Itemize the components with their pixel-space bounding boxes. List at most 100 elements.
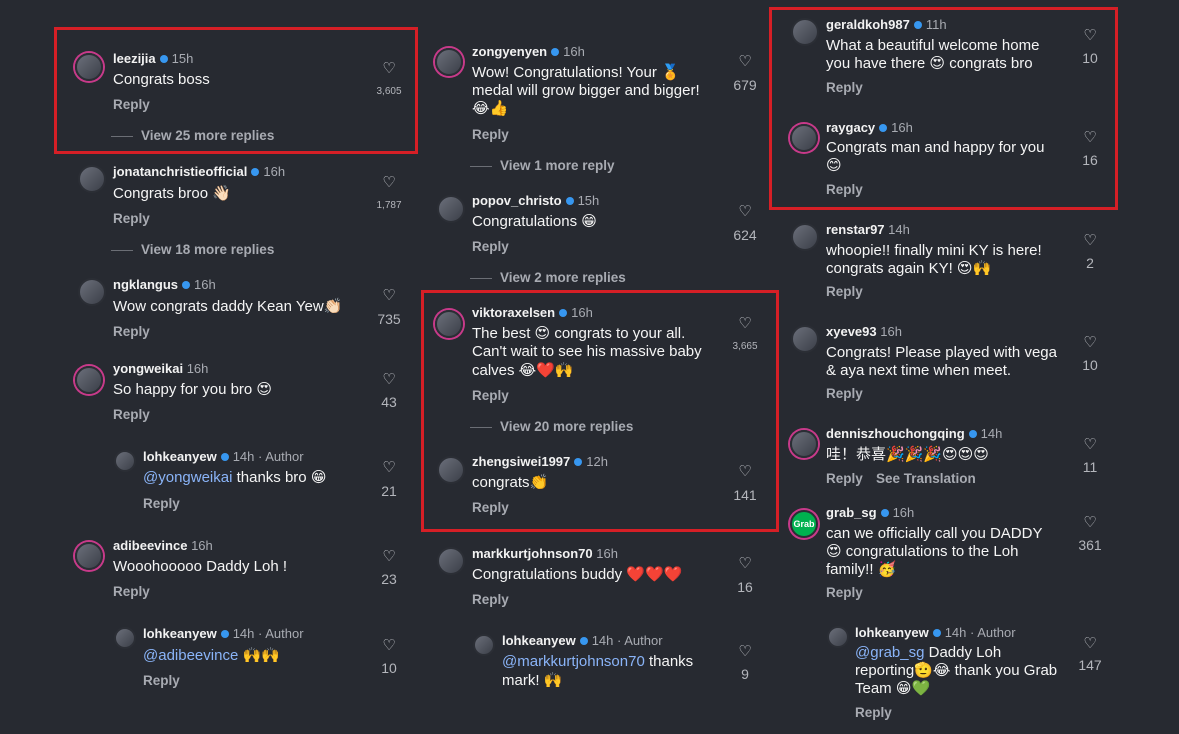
heart-icon[interactable]: ♡ bbox=[1080, 26, 1100, 44]
username[interactable]: zhengsiwei1997 bbox=[472, 454, 570, 469]
reply-button[interactable]: Reply bbox=[826, 80, 863, 95]
verified-icon bbox=[559, 309, 568, 318]
mention-link[interactable]: @grab_sg bbox=[855, 644, 924, 661]
username[interactable]: lohkeanyew bbox=[143, 449, 217, 464]
reply-button[interactable]: Reply bbox=[113, 324, 150, 339]
reply-button[interactable]: Reply bbox=[826, 284, 863, 299]
username[interactable]: renstar97 bbox=[826, 222, 885, 237]
view-more-replies[interactable]: View 25 more replies bbox=[141, 128, 274, 143]
username[interactable]: lohkeanyew bbox=[855, 625, 929, 640]
heart-icon[interactable]: ♡ bbox=[735, 202, 755, 220]
like-count: 3,665 bbox=[732, 341, 758, 352]
see-translation-link[interactable]: See Translation bbox=[876, 471, 976, 486]
avatar[interactable] bbox=[435, 310, 463, 338]
heart-icon[interactable]: ♡ bbox=[735, 314, 755, 332]
username[interactable]: markkurtjohnson70 bbox=[472, 546, 593, 561]
username[interactable]: jonatanchristieofficial bbox=[113, 164, 247, 179]
mention-link[interactable]: @yongweikai bbox=[143, 469, 232, 486]
avatar[interactable] bbox=[791, 325, 819, 353]
reply-button[interactable]: Reply bbox=[826, 386, 863, 401]
heart-icon[interactable]: ♡ bbox=[379, 636, 399, 654]
username[interactable]: yongweikai bbox=[113, 361, 183, 376]
heart-icon[interactable]: ♡ bbox=[735, 462, 755, 480]
username[interactable]: denniszhouchongqing bbox=[826, 426, 965, 441]
reply-button[interactable]: Reply bbox=[113, 407, 150, 422]
heart-icon[interactable]: ♡ bbox=[735, 554, 755, 572]
reply-button[interactable]: Reply bbox=[826, 182, 863, 197]
heart-icon[interactable]: ♡ bbox=[379, 458, 399, 476]
reply-button[interactable]: Reply bbox=[472, 127, 509, 142]
heart-icon[interactable]: ♡ bbox=[379, 59, 399, 77]
username[interactable]: zongyenyen bbox=[472, 44, 547, 59]
heart-icon[interactable]: ♡ bbox=[735, 642, 755, 660]
reply-button[interactable]: Reply bbox=[826, 471, 863, 486]
avatar[interactable] bbox=[114, 450, 136, 472]
author-label: · Author bbox=[258, 449, 304, 464]
grab-logo-avatar[interactable]: Grab bbox=[790, 510, 818, 538]
avatar[interactable] bbox=[790, 430, 818, 458]
verified-icon bbox=[565, 197, 574, 206]
heart-icon[interactable]: ♡ bbox=[379, 286, 399, 304]
username[interactable]: raygacy bbox=[826, 120, 875, 135]
heart-icon[interactable]: ♡ bbox=[1080, 513, 1100, 531]
reply-button[interactable]: Reply bbox=[472, 388, 509, 403]
username[interactable]: xyeve93 bbox=[826, 324, 877, 339]
username[interactable]: lohkeanyew bbox=[502, 633, 576, 648]
reply-button[interactable]: Reply bbox=[472, 592, 509, 607]
comment-text: Congrats broo 👋🏻 bbox=[113, 185, 231, 202]
heart-icon[interactable]: ♡ bbox=[1080, 231, 1100, 249]
comment-text-line: Daddy Loh bbox=[924, 644, 1002, 661]
heart-icon[interactable]: ♡ bbox=[1080, 435, 1100, 453]
avatar[interactable] bbox=[78, 278, 106, 306]
username[interactable]: leezijia bbox=[113, 51, 156, 66]
reply-button[interactable]: Reply bbox=[113, 584, 150, 599]
timestamp: 14h bbox=[888, 222, 910, 237]
avatar[interactable] bbox=[827, 626, 849, 648]
heart-icon[interactable]: ♡ bbox=[379, 173, 399, 191]
avatar[interactable] bbox=[114, 627, 136, 649]
reply-button[interactable]: Reply bbox=[143, 496, 180, 511]
heart-icon[interactable]: ♡ bbox=[1080, 333, 1100, 351]
view-more-replies[interactable]: View 1 more reply bbox=[500, 158, 615, 173]
avatar[interactable] bbox=[437, 547, 465, 575]
avatar[interactable] bbox=[75, 542, 103, 570]
avatar[interactable] bbox=[791, 18, 819, 46]
username[interactable]: adibeevince bbox=[113, 538, 187, 553]
reply-button[interactable]: Reply bbox=[472, 500, 509, 515]
username[interactable]: grab_sg bbox=[826, 505, 877, 520]
username[interactable]: viktoraxelsen bbox=[472, 305, 555, 320]
reply-button[interactable]: Reply bbox=[113, 211, 150, 226]
mention-link[interactable]: @adibeevince bbox=[143, 647, 238, 664]
verified-icon bbox=[879, 124, 888, 133]
avatar[interactable] bbox=[437, 456, 465, 484]
avatar[interactable] bbox=[791, 223, 819, 251]
reply-button[interactable]: Reply bbox=[143, 673, 180, 688]
heart-icon[interactable]: ♡ bbox=[1080, 634, 1100, 652]
mention-link[interactable]: @markkurtjohnson70 bbox=[502, 653, 645, 670]
avatar[interactable] bbox=[78, 165, 106, 193]
avatar[interactable] bbox=[790, 124, 818, 152]
avatar[interactable] bbox=[435, 48, 463, 76]
logo-text: Grab bbox=[793, 519, 815, 529]
avatar[interactable] bbox=[75, 53, 103, 81]
username[interactable]: geraldkoh987 bbox=[826, 17, 910, 32]
avatar[interactable] bbox=[75, 366, 103, 394]
reply-button[interactable]: Reply bbox=[113, 97, 150, 112]
avatar[interactable] bbox=[473, 634, 495, 656]
heart-icon[interactable]: ♡ bbox=[735, 52, 755, 70]
view-more-replies[interactable]: View 2 more replies bbox=[500, 270, 626, 285]
avatar[interactable] bbox=[437, 195, 465, 223]
reply-button[interactable]: Reply bbox=[472, 239, 509, 254]
like-count: 624 bbox=[733, 227, 757, 243]
heart-icon[interactable]: ♡ bbox=[379, 370, 399, 388]
view-more-replies[interactable]: View 18 more replies bbox=[141, 242, 274, 257]
view-more-replies[interactable]: View 20 more replies bbox=[500, 419, 633, 434]
username[interactable]: ngklangus bbox=[113, 277, 178, 292]
reply-button[interactable]: Reply bbox=[826, 585, 863, 600]
comment-text: 哇！恭喜🎉🎉🎉😍😍😍 bbox=[826, 446, 989, 463]
reply-button[interactable]: Reply bbox=[855, 705, 892, 720]
username[interactable]: lohkeanyew bbox=[143, 626, 217, 641]
username[interactable]: popov_christo bbox=[472, 193, 562, 208]
heart-icon[interactable]: ♡ bbox=[379, 547, 399, 565]
heart-icon[interactable]: ♡ bbox=[1080, 128, 1100, 146]
